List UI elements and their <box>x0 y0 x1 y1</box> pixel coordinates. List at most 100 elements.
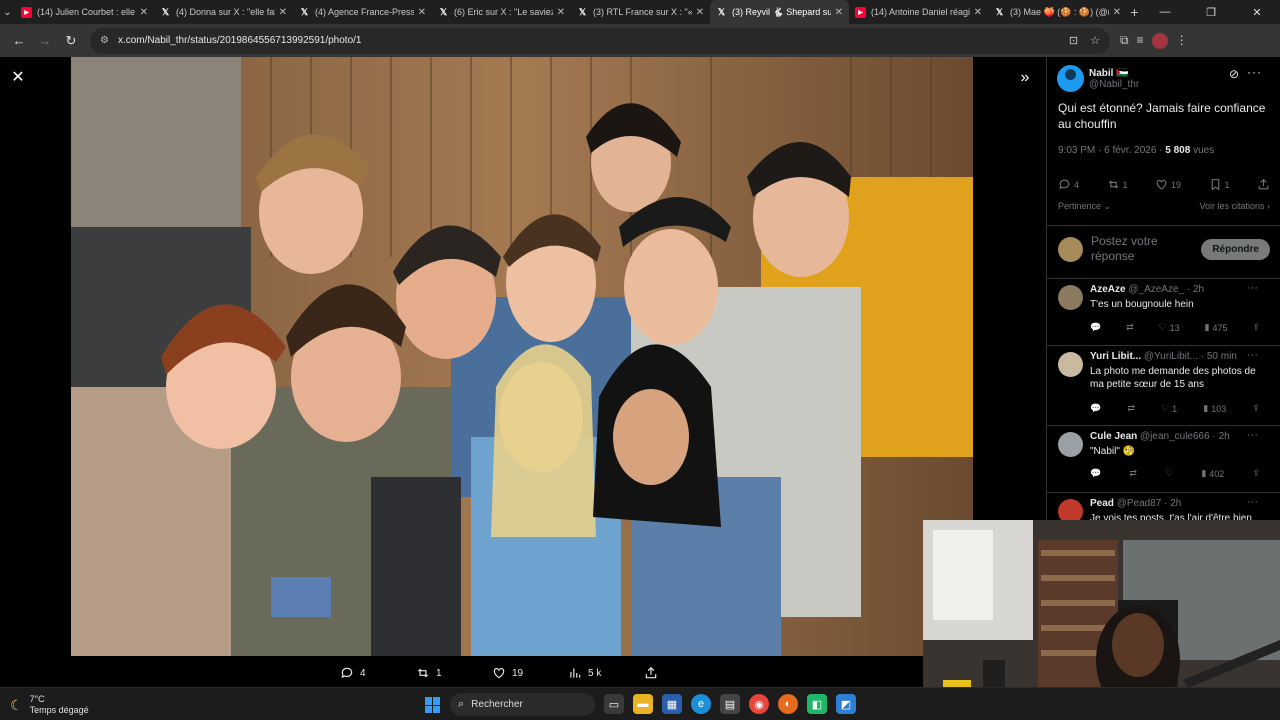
file-explorer-icon[interactable]: ▬ <box>633 694 653 714</box>
media-control-icon[interactable]: ≡ <box>1137 33 1144 49</box>
author-name[interactable]: Nabil 🇵🇸 <box>1089 68 1139 79</box>
browser-tab[interactable]: 𝕏 (4) Agence France-Presse ✕ <box>293 0 432 24</box>
reply-item[interactable]: Pead @Pead87 · 2h ··· Je vois tes posts,… <box>1047 493 1280 520</box>
grok-icon[interactable]: ⊘ <box>1229 67 1239 81</box>
stat-repost[interactable]: 1 <box>1107 178 1128 191</box>
close-tab-icon[interactable]: ✕ <box>974 7 982 18</box>
like-button[interactable]: 19 <box>492 663 568 683</box>
reply-item[interactable]: Yuri Libit... @YuriLibit... · 50 min ···… <box>1047 346 1280 425</box>
site-info-icon[interactable]: ⚙ <box>100 35 109 46</box>
edge-icon[interactable]: e <box>691 694 711 714</box>
close-tab-icon[interactable]: ✕ <box>140 7 148 18</box>
reply-author-name[interactable]: AzeAze <box>1090 284 1126 295</box>
sort-dropdown[interactable]: Pertinence ⌄ <box>1058 201 1111 212</box>
stat-bookmark[interactable]: 1 <box>1209 178 1230 191</box>
taskbar-search[interactable]: ⌕ Rechercher <box>450 693 595 716</box>
reload-icon[interactable]: ↻ <box>58 28 84 54</box>
author-handle[interactable]: @Nabil_thr <box>1089 79 1139 90</box>
reply-avatar[interactable] <box>1058 285 1083 310</box>
bookmark-star-icon[interactable]: ☆ <box>1090 34 1100 47</box>
more-options-icon[interactable]: ··· <box>1247 349 1258 361</box>
more-options-icon[interactable]: ··· <box>1247 65 1262 79</box>
author-avatar[interactable] <box>1057 65 1084 92</box>
browser-menu-icon[interactable]: ⋮ <box>1176 33 1188 49</box>
like-button[interactable]: ♡ <box>1165 468 1173 479</box>
share-icon[interactable]: ⇪ <box>1252 403 1260 414</box>
reply-avatar[interactable] <box>1058 352 1083 377</box>
more-options-icon[interactable]: ··· <box>1247 429 1258 441</box>
close-tab-icon[interactable]: ✕ <box>696 7 704 18</box>
reply-author-name[interactable]: Yuri Libit... <box>1090 351 1141 362</box>
reply-author-name[interactable]: Pead <box>1090 498 1114 509</box>
view-quotes-link[interactable]: Voir les citations › <box>1199 201 1270 212</box>
reply-count: 4 <box>360 667 366 679</box>
stat-like[interactable]: 19 <box>1155 178 1181 191</box>
close-tab-icon[interactable]: ✕ <box>835 7 843 18</box>
close-tab-icon[interactable]: ✕ <box>557 7 565 18</box>
tab-search-icon[interactable]: ⌄ <box>0 0 15 24</box>
repost-icon[interactable]: ⇄ <box>1129 468 1137 479</box>
share-icon[interactable]: ⇪ <box>1252 322 1260 333</box>
minimize-icon[interactable]: — <box>1142 6 1188 19</box>
close-tab-icon[interactable]: ✕ <box>418 7 426 18</box>
reply-input[interactable]: Postez votre réponse <box>1091 234 1191 264</box>
reply-avatar[interactable] <box>1058 499 1083 520</box>
views-button[interactable]: ▮ 475 <box>1205 322 1228 333</box>
browser-tab[interactable]: 𝕏 (3) Reyvil 🐇 Shepard sur X ✕ <box>710 0 849 24</box>
task-view-icon[interactable]: ▭ <box>604 694 624 714</box>
repost-button[interactable]: 1 <box>416 663 492 683</box>
extensions-icon[interactable]: ⧉ <box>1120 33 1129 49</box>
url-field[interactable]: ⚙ x.com/Nabil_thr/status/201986455671399… <box>90 27 1110 54</box>
install-app-icon[interactable]: ⊡ <box>1069 34 1078 47</box>
forward-icon[interactable]: → <box>32 28 58 54</box>
reply-avatar[interactable] <box>1058 432 1083 457</box>
reply-button[interactable]: 4 <box>340 663 416 683</box>
close-window-icon[interactable]: ✕ <box>1234 6 1280 19</box>
like-button[interactable]: ♡ 1 <box>1161 403 1177 414</box>
repost-icon[interactable]: ⇄ <box>1127 403 1135 414</box>
stat-share[interactable] <box>1257 178 1270 191</box>
repost-icon[interactable]: ⇄ <box>1126 322 1134 333</box>
browser-tab[interactable]: ▶ (14) Julien Courbet : elle a ✕ <box>15 0 154 24</box>
photos-icon[interactable]: ◩ <box>836 694 856 714</box>
reply-item[interactable]: Cule Jean @jean_cule666 · 2h ··· "Nabil"… <box>1047 426 1280 492</box>
reply-icon[interactable]: 💬 <box>1090 468 1101 479</box>
reply-author-name[interactable]: Cule Jean <box>1090 431 1137 442</box>
like-button[interactable]: ♡ 13 <box>1159 322 1180 333</box>
new-tab-button[interactable]: + <box>1127 0 1142 24</box>
tweet-author[interactable]: Nabil 🇵🇸 @Nabil_thr <box>1057 65 1139 92</box>
browser-tab[interactable]: 𝕏 (6) Eric sur X : "Le saviez ✕ <box>432 0 571 24</box>
views-button[interactable]: ▮ 402 <box>1201 468 1224 479</box>
more-options-icon[interactable]: ··· <box>1247 496 1258 508</box>
tab-title: (3) Reyvil 🐇 Shepard sur X <box>732 6 831 17</box>
browser-tab[interactable]: 𝕏 (4) Donna sur X : "elle fait ✕ <box>154 0 293 24</box>
reply-item[interactable]: AzeAze @_AzeAze_ · 2h ··· T'es un bougno… <box>1047 279 1280 345</box>
reply-submit-button[interactable]: Répondre <box>1201 238 1270 260</box>
more-options-icon[interactable]: ··· <box>1247 282 1258 294</box>
close-tab-icon[interactable]: ✕ <box>1113 7 1121 18</box>
chrome-icon[interactable]: ◉ <box>749 694 769 714</box>
browser-tab[interactable]: 𝕏 (3) RTL France sur X : "« Le ✕ <box>571 0 710 24</box>
close-icon[interactable]: ✕ <box>8 67 28 87</box>
views-button[interactable]: 5 k <box>568 663 644 683</box>
browser-tab[interactable]: 𝕏 (3) Mae 🍑 (🍪 : 🍪) (@m ✕ <box>988 0 1127 24</box>
reply-icon[interactable]: 💬 <box>1090 322 1101 333</box>
ms-store-icon[interactable]: ▤ <box>720 694 740 714</box>
store-icon[interactable]: ▦ <box>662 694 682 714</box>
expand-sidebar-icon[interactable]: » <box>1014 67 1036 89</box>
firefox-icon[interactable]: ◐ <box>778 694 798 714</box>
windows-start-icon[interactable] <box>425 697 441 713</box>
views-button[interactable]: ▮ 103 <box>1203 403 1226 414</box>
app-icon[interactable]: ◧ <box>807 694 827 714</box>
maximize-icon[interactable]: ❐ <box>1188 6 1234 19</box>
profile-avatar[interactable] <box>1151 32 1168 49</box>
weather-widget[interactable]: ☾ 7°C Temps dégagé <box>10 694 89 716</box>
reply-icon[interactable]: 💬 <box>1090 403 1101 414</box>
browser-tab[interactable]: ▶ (14) Antoine Daniel réagit ✕ <box>849 0 988 24</box>
stat-reply[interactable]: 4 <box>1058 178 1079 191</box>
share-button[interactable] <box>644 663 720 683</box>
back-icon[interactable]: ← <box>6 28 32 54</box>
tweet-photo[interactable] <box>71 57 973 656</box>
close-tab-icon[interactable]: ✕ <box>279 7 287 18</box>
share-icon[interactable]: ⇪ <box>1252 468 1260 479</box>
